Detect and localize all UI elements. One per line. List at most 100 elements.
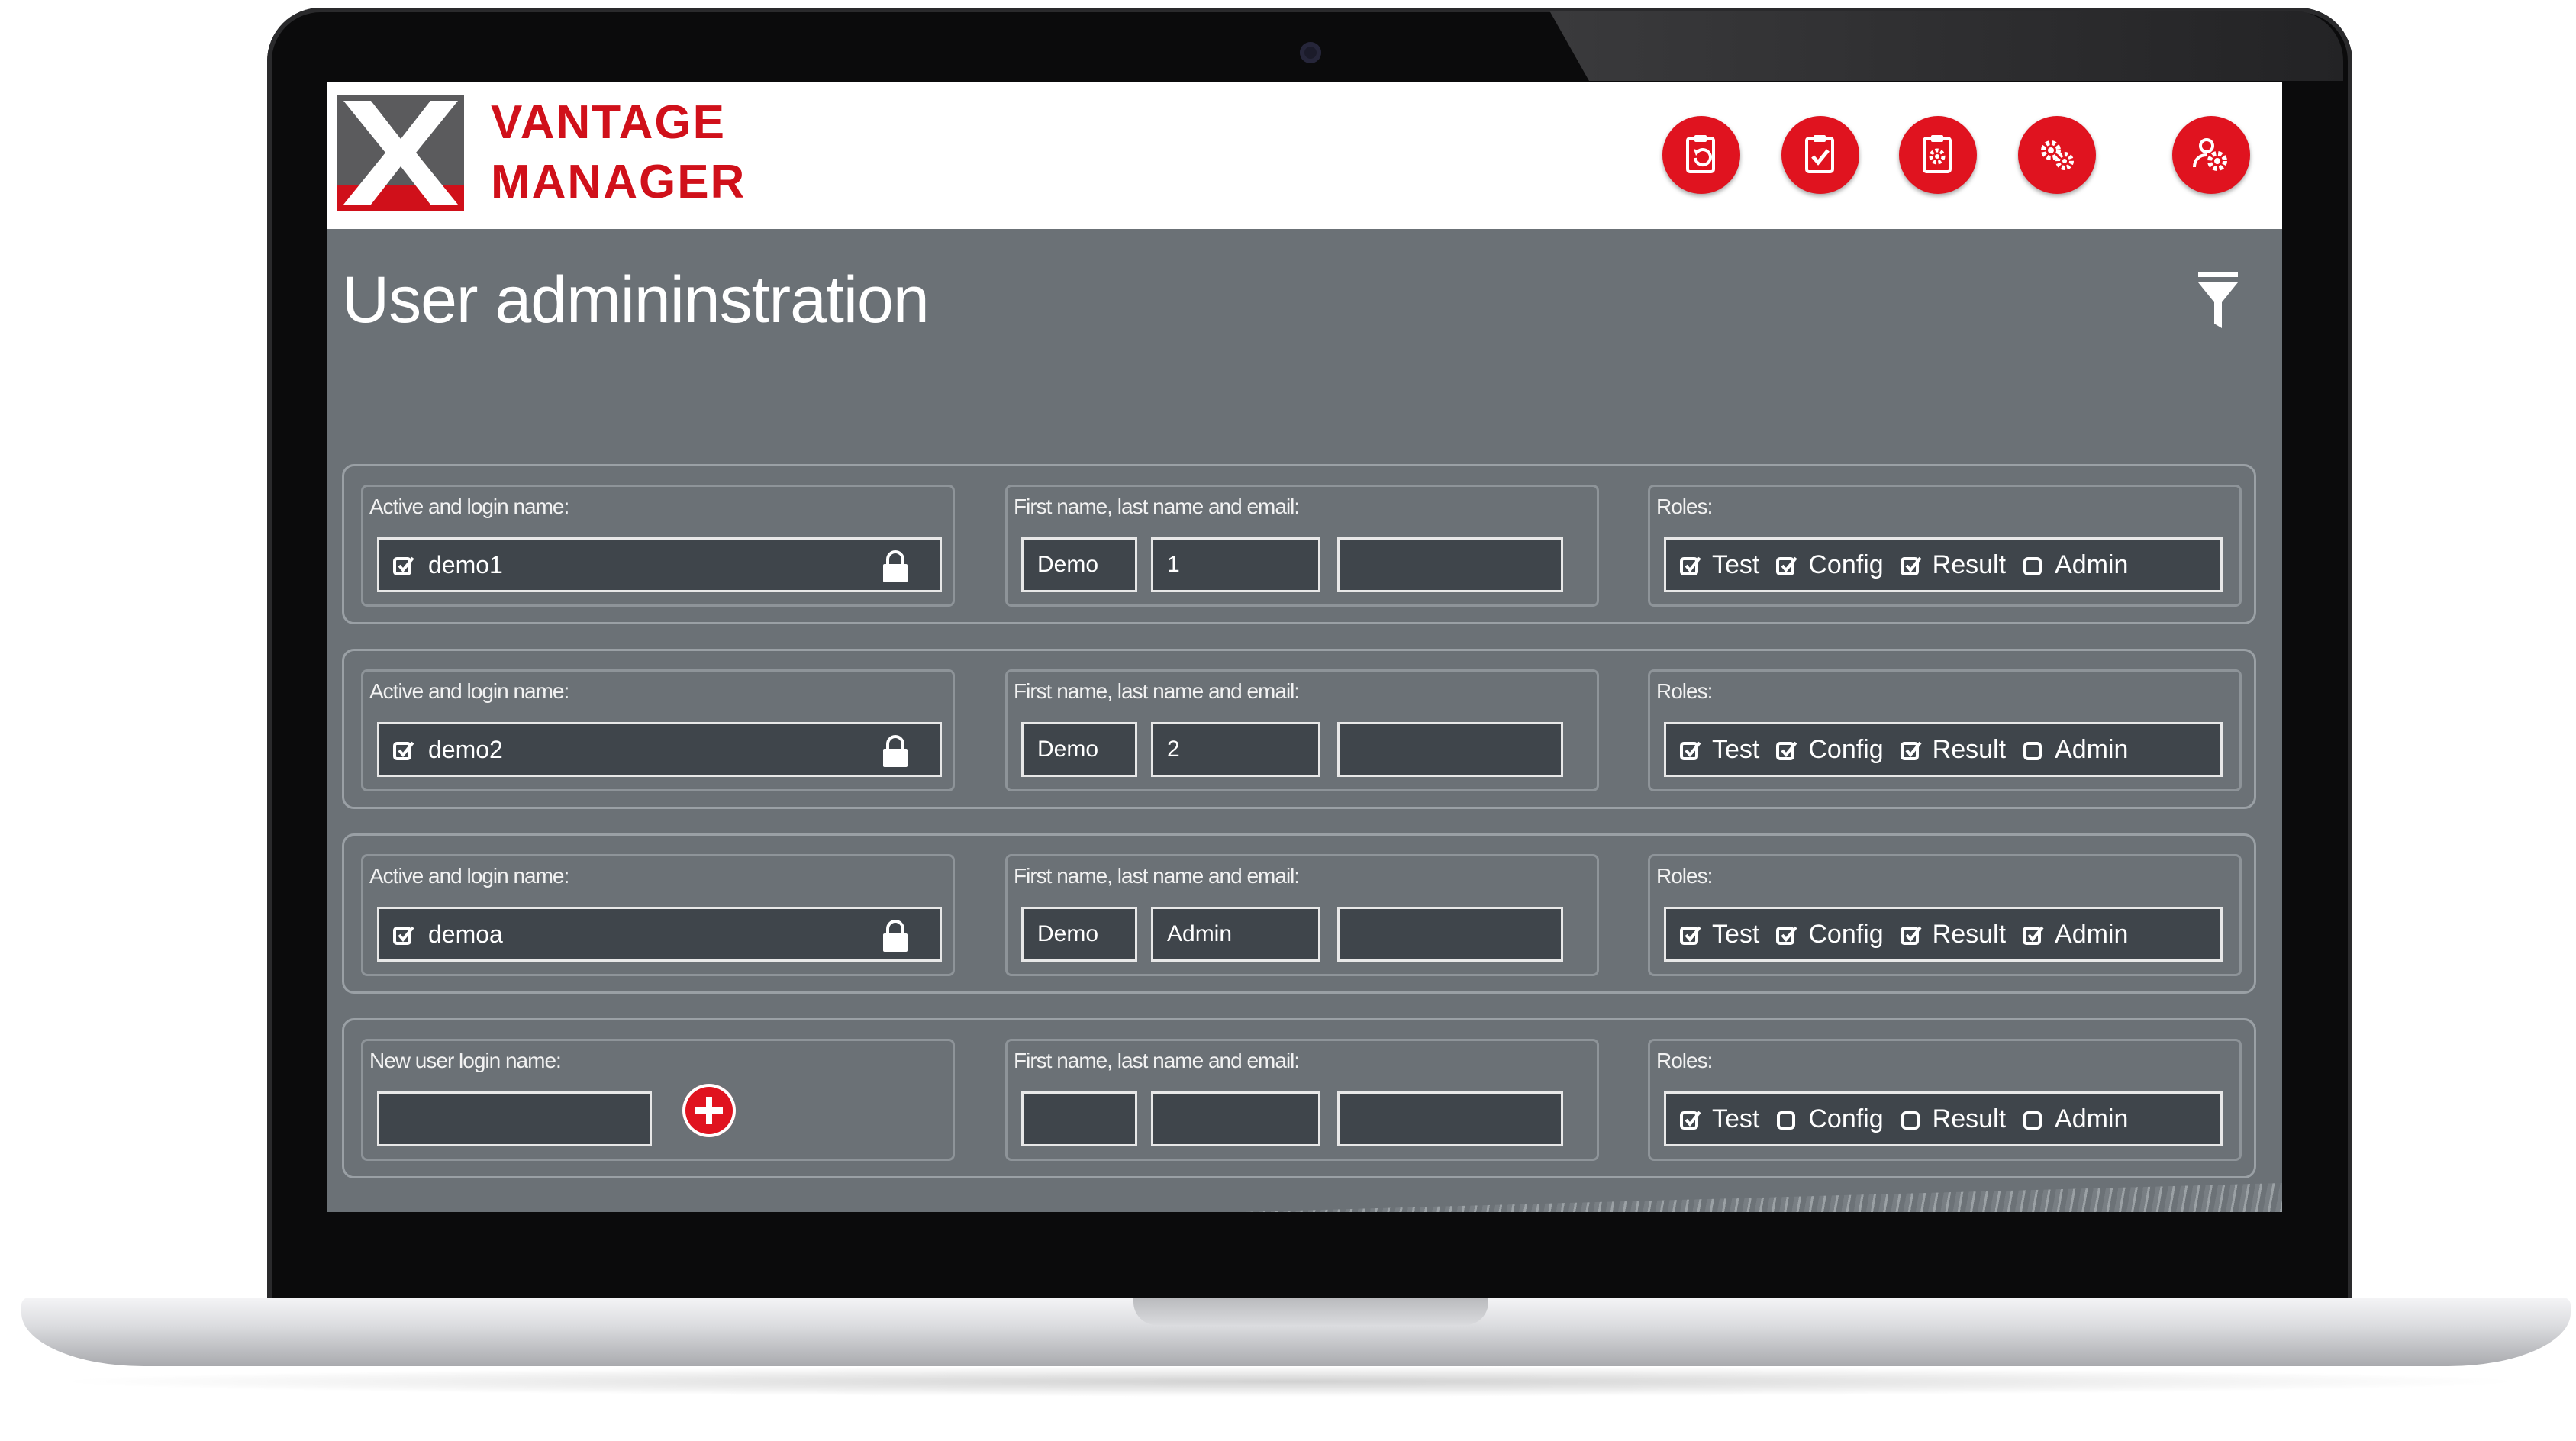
name-label: First name, last name and email: (1014, 1049, 1300, 1072)
role-label: Test (1712, 919, 1760, 949)
last-name-input[interactable]: Admin (1151, 907, 1320, 962)
email-input[interactable] (1337, 722, 1563, 777)
role-toggle[interactable]: Test (1680, 920, 1759, 949)
app-screen: VANTAGE MANAGER User admininstration Act… (327, 82, 2282, 1212)
role-toggle[interactable]: Test (1680, 735, 1759, 765)
clipboard-gear-icon (1923, 135, 1952, 173)
login-label: Active and login name: (369, 864, 569, 888)
role-toggle[interactable]: Result (1901, 1104, 2006, 1134)
nav-test-runs-button[interactable] (1662, 116, 1740, 194)
users-gear-icon (2193, 138, 2227, 171)
role-label: Config (1808, 1104, 1884, 1133)
last-name-input[interactable]: 2 (1151, 722, 1320, 777)
roles-label: Roles: (1656, 864, 1713, 888)
role-label: Config (1808, 734, 1884, 764)
login-group: Active and login name: demoa (361, 854, 955, 976)
name-group: First name, last name and email: Demo 1 (1005, 485, 1599, 607)
new-user-row: New user login name: First name, last na… (342, 1018, 2256, 1178)
decorative-texture (1185, 1183, 2282, 1212)
first-name-input[interactable]: Demo (1021, 722, 1137, 777)
active-check-icon[interactable] (393, 736, 428, 764)
role-toggle[interactable]: Admin (2023, 735, 2128, 765)
role-toggle[interactable]: Result (1900, 734, 2007, 765)
user-row: Active and login name: demo2 First name,… (342, 649, 2256, 809)
login-field[interactable]: demoa (377, 907, 942, 962)
role-toggle[interactable]: Admin (2023, 920, 2128, 949)
login-group: New user login name: (361, 1039, 955, 1161)
filter-icon[interactable] (2197, 270, 2239, 331)
login-label: Active and login name: (369, 495, 569, 518)
roles-field: Test Config Result Admin (1664, 537, 2223, 592)
email-input[interactable] (1337, 907, 1563, 962)
nav-user-admin-button[interactable] (2172, 116, 2250, 194)
roles-label: Roles: (1656, 495, 1713, 518)
role-toggle[interactable]: Config (1776, 550, 1884, 580)
lock-icon[interactable] (882, 550, 909, 582)
page-title: User admininstration (342, 263, 930, 337)
roles-field: Test Config Result Admin (1664, 722, 2223, 777)
role-check-icon (1680, 735, 1712, 765)
login-label: Active and login name: (369, 679, 569, 703)
role-label: Result (1932, 919, 2007, 949)
role-label: Admin (2055, 550, 2129, 579)
login-group: Active and login name: demo2 (361, 669, 955, 791)
new-login-input[interactable] (377, 1091, 652, 1146)
role-toggle[interactable]: Result (1900, 550, 2007, 580)
nav-results-button[interactable] (1781, 116, 1859, 194)
nav-settings-button[interactable] (2018, 116, 2096, 194)
roles-label: Roles: (1656, 1049, 1713, 1072)
login-group: Active and login name: demo1 (361, 485, 955, 607)
email-input[interactable] (1337, 1091, 1563, 1146)
role-check-icon (1680, 550, 1712, 580)
first-name-input[interactable] (1021, 1091, 1137, 1146)
first-name-input[interactable]: Demo (1021, 907, 1137, 962)
role-label: Test (1712, 550, 1760, 579)
role-toggle[interactable]: Config (1776, 734, 1884, 765)
name-label: First name, last name and email: (1014, 679, 1300, 703)
role-toggle[interactable]: Config (1776, 919, 1884, 949)
role-check-icon (1680, 920, 1712, 949)
role-label: Result (1932, 550, 2007, 579)
role-label: Admin (2055, 919, 2129, 949)
role-check-icon (1901, 1104, 1933, 1134)
name-label: First name, last name and email: (1014, 864, 1300, 888)
gears-icon (2041, 140, 2074, 170)
role-check-icon (1900, 550, 1933, 580)
role-label: Config (1808, 919, 1884, 949)
first-name-input[interactable]: Demo (1021, 537, 1137, 592)
add-user-button[interactable] (682, 1084, 736, 1137)
lock-icon[interactable] (882, 920, 909, 952)
role-toggle[interactable]: Config (1776, 1104, 1884, 1134)
role-toggle[interactable]: Test (1680, 550, 1759, 580)
role-toggle[interactable]: Admin (2023, 550, 2128, 580)
email-input[interactable] (1337, 537, 1563, 592)
role-toggle[interactable]: Result (1900, 919, 2007, 949)
role-toggle[interactable]: Admin (2023, 1104, 2128, 1134)
active-check-icon[interactable] (393, 920, 428, 949)
role-toggle[interactable]: Test (1680, 1104, 1759, 1134)
roles-group: Roles: Test Config Result Admin (1648, 669, 2242, 791)
last-name-input[interactable]: 1 (1151, 537, 1320, 592)
role-check-icon (1776, 920, 1808, 949)
role-label: Admin (2055, 1104, 2129, 1133)
app-header: VANTAGE MANAGER (327, 82, 2282, 229)
roles-group: Roles: Test Config Result Admin (1648, 1039, 2242, 1161)
active-check-icon[interactable] (393, 551, 428, 579)
role-check-icon (1776, 1104, 1808, 1134)
role-check-icon (1900, 735, 1933, 765)
nav-toolbar (327, 116, 2282, 200)
login-field[interactable]: demo1 (377, 537, 942, 592)
role-label: Result (1932, 734, 2007, 764)
role-check-icon (2023, 735, 2055, 765)
laptop-shadow (46, 1366, 2534, 1397)
last-name-input[interactable] (1151, 1091, 1320, 1146)
role-check-icon (2023, 550, 2055, 580)
laptop-notch (1133, 1298, 1488, 1325)
login-field[interactable]: demo2 (377, 722, 942, 777)
role-check-icon (2023, 920, 2055, 949)
user-row: Active and login name: demoa First name,… (342, 833, 2256, 994)
login-value: demo2 (428, 735, 503, 763)
nav-config-button[interactable] (1899, 116, 1977, 194)
login-label: New user login name: (369, 1049, 562, 1072)
lock-icon[interactable] (882, 735, 909, 767)
